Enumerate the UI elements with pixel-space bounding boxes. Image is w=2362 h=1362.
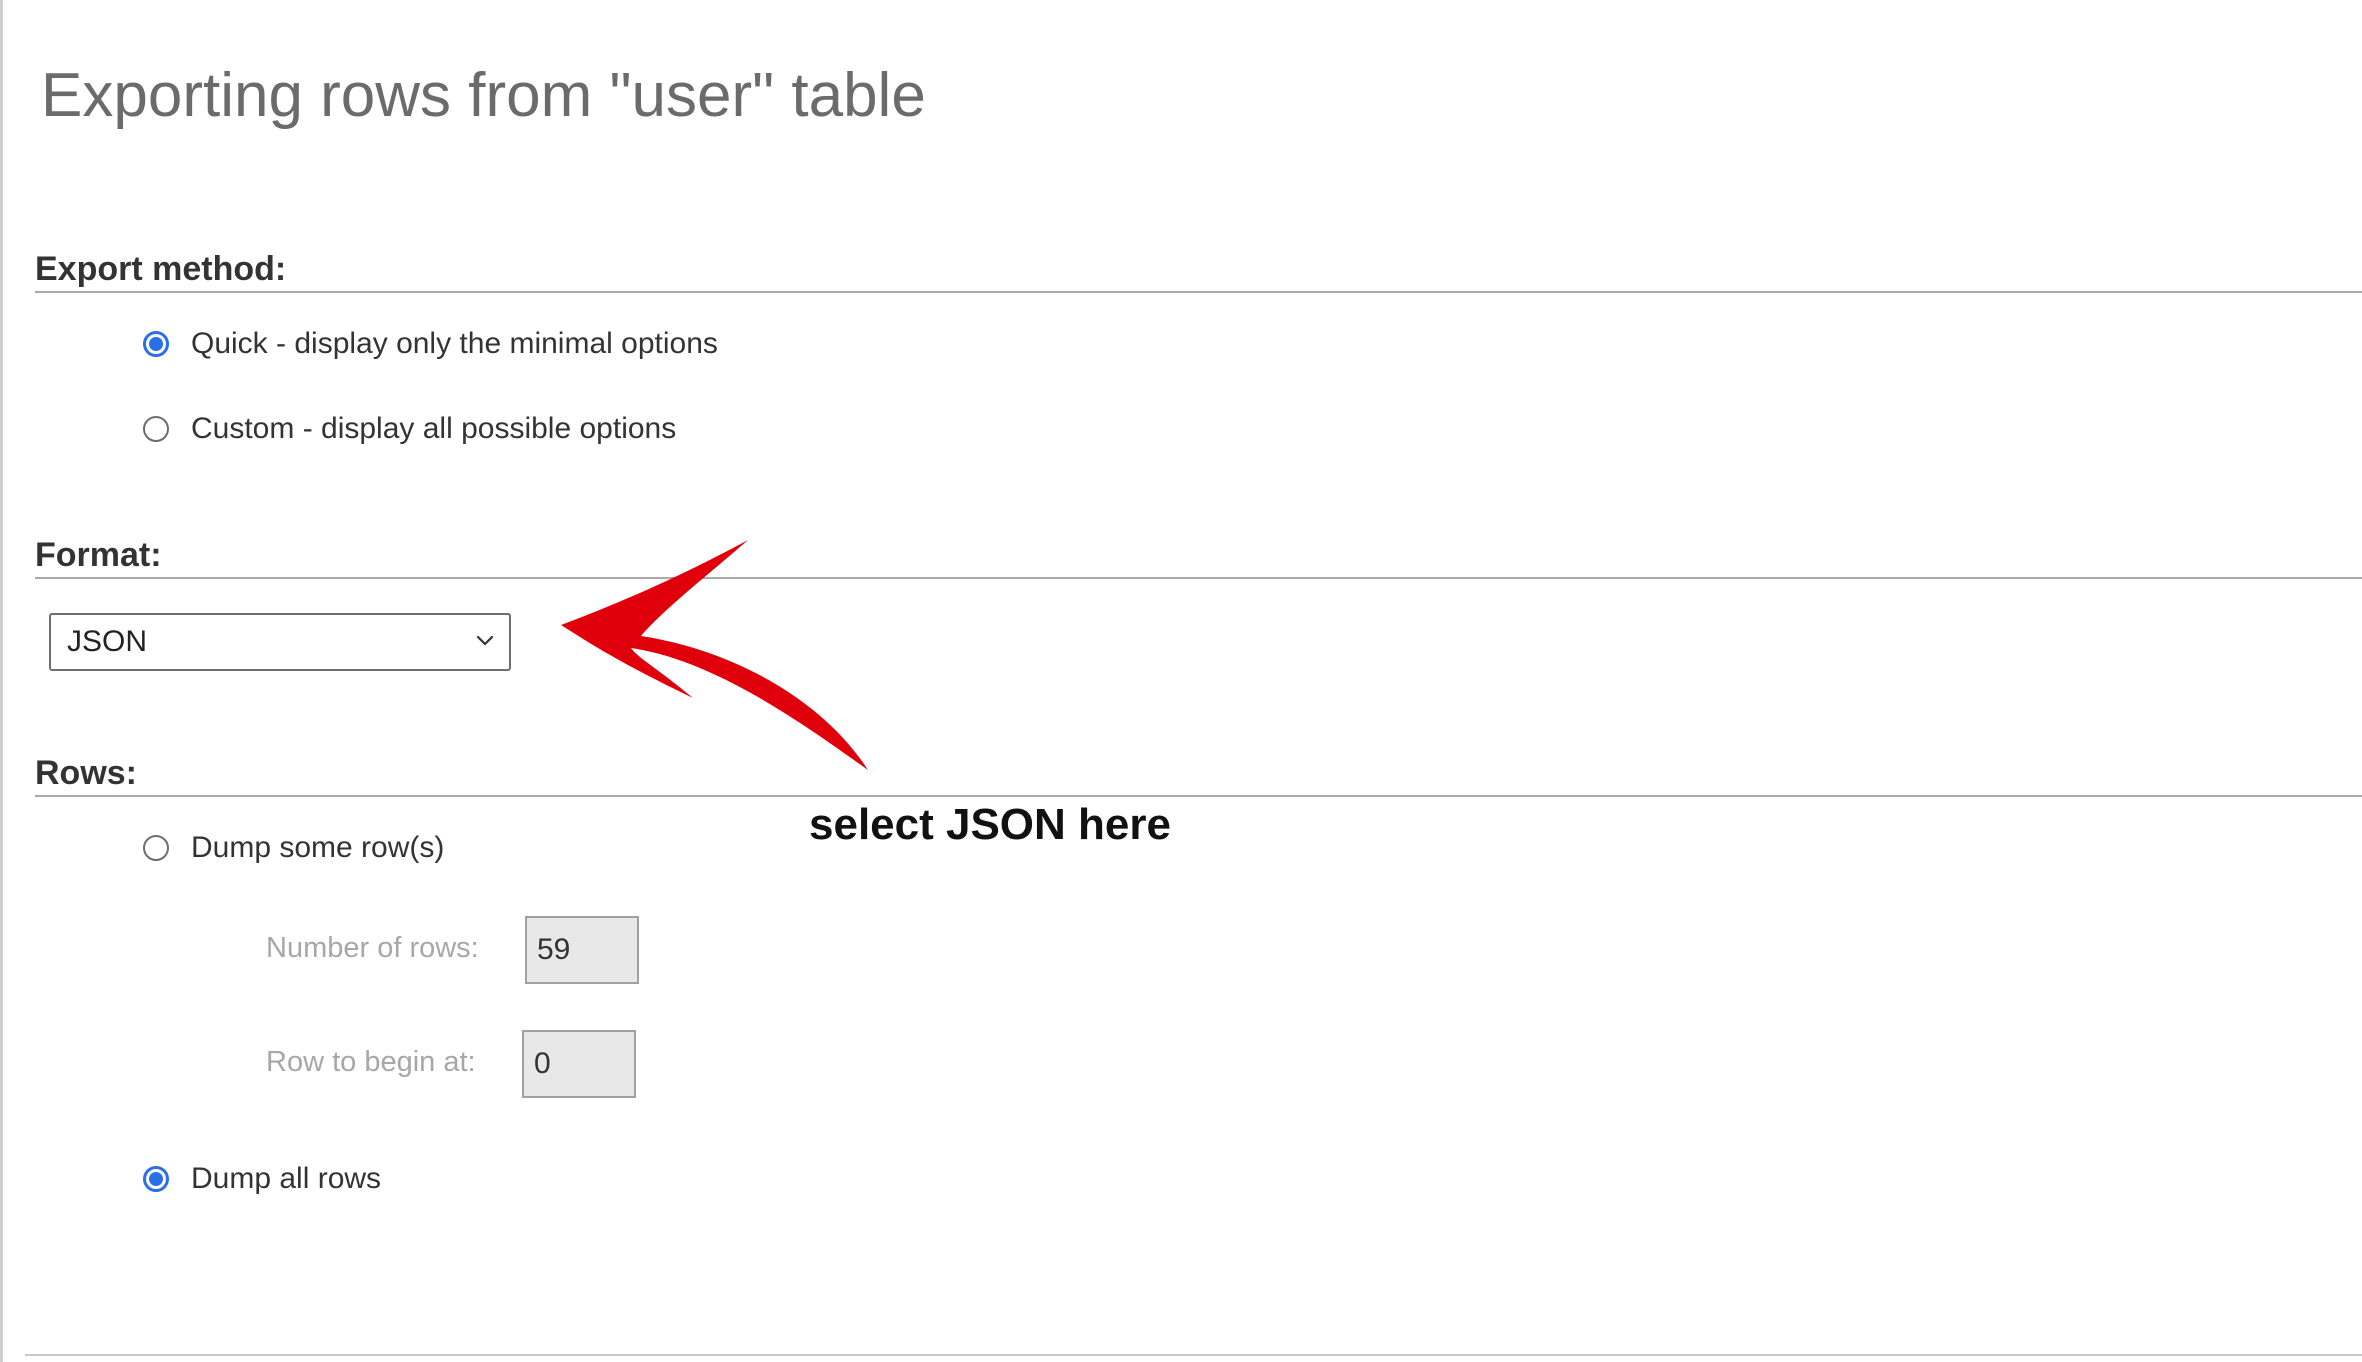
dump-all-radio[interactable] [143, 1166, 169, 1192]
quick-radio[interactable] [143, 331, 169, 357]
row-begin-label: Row to begin at: [266, 1046, 476, 1078]
bottom-divider [25, 1354, 2362, 1356]
row-begin-value: 0 [534, 1047, 551, 1080]
number-of-rows-value: 59 [537, 933, 571, 966]
dump-all-label: Dump all rows [191, 1162, 382, 1195]
custom-radio[interactable] [143, 416, 169, 442]
export-method-heading: Export method: [35, 250, 287, 288]
number-of-rows-label: Number of rows: [266, 932, 479, 964]
format-select-value: JSON [67, 625, 148, 658]
rows-divider [35, 795, 2362, 797]
quick-label: Quick - display only the minimal options [191, 327, 718, 360]
annotation-text: select JSON here [809, 800, 1171, 849]
row-begin-input[interactable]: 0 [522, 1030, 636, 1098]
format-select[interactable]: JSON [49, 613, 511, 671]
annotation-arrow-icon [561, 540, 868, 770]
export-method-custom-option[interactable]: Custom - display all possible options [143, 412, 676, 446]
format-heading: Format: [35, 536, 162, 574]
chevron-down-icon [476, 635, 494, 646]
rows-heading: Rows: [35, 754, 137, 792]
format-divider [35, 577, 2362, 579]
custom-label: Custom - display all possible options [191, 412, 677, 445]
dump-some-label: Dump some row(s) [191, 831, 445, 864]
dump-some-rows-option[interactable]: Dump some row(s) [143, 831, 444, 865]
page-title: Exporting rows from "user" table [41, 61, 926, 130]
export-method-quick-option[interactable]: Quick - display only the minimal options [143, 327, 718, 361]
export-page: Exporting rows from "user" table Export … [0, 0, 2362, 1362]
dump-some-radio[interactable] [143, 835, 169, 861]
number-of-rows-input[interactable]: 59 [525, 916, 639, 984]
dump-all-rows-option[interactable]: Dump all rows [143, 1162, 381, 1196]
export-method-divider [35, 291, 2362, 293]
